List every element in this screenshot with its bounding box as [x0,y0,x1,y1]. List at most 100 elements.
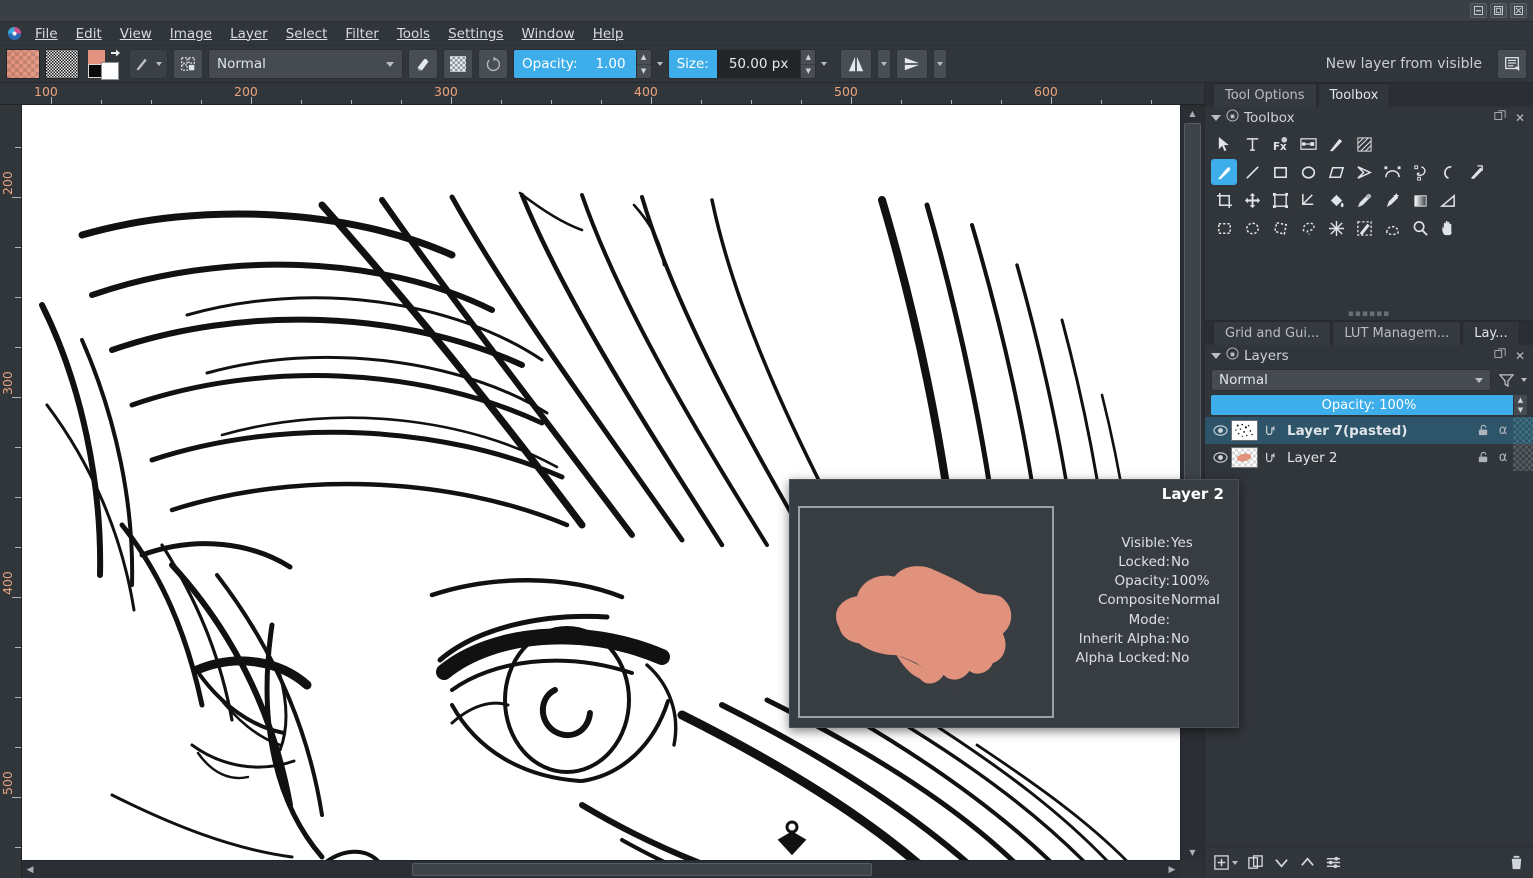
tab-layers[interactable]: Lay... [1462,321,1519,345]
eraser-mode-button[interactable] [408,49,438,79]
line-tool[interactable] [1239,159,1265,185]
menu-tools[interactable]: Tools [388,23,439,45]
mirror-horizontal-options-button[interactable] [877,49,891,79]
layers-blend-mode-select[interactable]: Normal [1211,369,1491,391]
move-layer-up-button[interactable] [1299,854,1316,871]
colorize-mask-tool[interactable] [1379,187,1405,213]
toolbox-lock-icon[interactable] [1226,109,1239,126]
opacity-slider[interactable]: Opacity: 1.00 ▲▼ [513,49,652,79]
layer-lock-icon[interactable] [1473,444,1493,471]
layer-row-layer-7-pasted[interactable]: Layer 7(pasted) α [1205,417,1533,444]
gradient-tool[interactable] [1407,187,1433,213]
size-spinner[interactable]: ▲▼ [800,50,815,78]
layer-thumbnail[interactable] [1231,447,1258,468]
move-tool[interactable] [1239,187,1265,213]
menu-help[interactable]: Help [584,23,633,45]
close-layers-icon[interactable]: ✕ [1513,349,1527,363]
polygon-tool[interactable] [1323,159,1349,185]
bezier-curve-tool[interactable] [1379,159,1405,185]
menu-select[interactable]: Select [277,23,337,45]
polyline-tool[interactable] [1351,159,1377,185]
canvas-horizontal-scrollbar[interactable]: ◀ ▶ [22,860,1180,878]
collapse-toolbox-icon[interactable] [1211,115,1221,121]
horizontal-ruler[interactable]: 100 200 300 400 500 600 [0,83,1204,105]
opacity-spinner[interactable]: ▲▼ [636,50,651,78]
layer-row-layer-2[interactable]: Layer 2 α [1205,444,1533,471]
layer-opacity-spinner[interactable]: ▲▼ [1513,395,1527,415]
rectangle-tool[interactable] [1267,159,1293,185]
fill-tool[interactable] [1323,187,1349,213]
horizontal-scroll-thumb[interactable] [412,863,872,876]
new-layer-from-visible-button[interactable] [1497,49,1527,79]
pattern-swatch[interactable] [45,49,79,79]
dynamic-brush-tool[interactable] [1435,159,1461,185]
rectangular-select-tool[interactable] [1211,215,1237,241]
menu-image[interactable]: Image [161,23,221,45]
menu-filter[interactable]: Filter [336,23,387,45]
add-layer-menu-caret-icon[interactable] [1232,861,1238,865]
pattern-tool[interactable] [1351,131,1377,157]
layer-filter-icon[interactable] [1495,369,1517,391]
layer-properties-button[interactable] [1325,854,1342,871]
freehand-path-tool[interactable] [1407,159,1433,185]
preserve-alpha-button[interactable] [443,49,473,79]
crop-tool[interactable] [1211,187,1237,213]
layer-visibility-toggle[interactable] [1209,451,1231,464]
swap-colors-icon[interactable] [108,48,122,62]
scroll-right-arrow-icon[interactable]: ▶ [1164,861,1180,878]
menu-window[interactable]: Window [512,23,583,45]
scroll-left-arrow-icon[interactable]: ◀ [22,861,38,878]
brush-preset-button[interactable] [129,49,168,79]
menu-file[interactable]: File [26,23,67,45]
collapse-layers-icon[interactable] [1211,353,1221,359]
float-toolbox-icon[interactable] [1492,110,1508,125]
close-button[interactable] [1510,3,1527,18]
mirror-vertical-options-button[interactable] [933,49,947,79]
opacity-options-caret-icon[interactable] [657,62,663,66]
menu-edit[interactable]: Edit [67,23,111,45]
menu-layer[interactable]: Layer [221,23,277,45]
tab-tool-options[interactable]: Tool Options [1213,83,1317,107]
vertical-ruler[interactable]: 200 300 400 500 [0,105,22,878]
mirror-vertical-button[interactable] [896,49,928,79]
layer-thumbnail[interactable] [1231,420,1258,441]
add-layer-button[interactable] [1213,854,1238,871]
gradient-swatch[interactable] [6,49,40,79]
float-layers-icon[interactable] [1492,348,1508,363]
bezier-select-tool[interactable] [1379,215,1405,241]
measure-tool[interactable] [1295,187,1321,213]
tab-grid-and-guides[interactable]: Grid and Gui... [1213,321,1331,345]
edit-shapes-tool[interactable]: Fx [1267,131,1293,157]
dock-resize-grip[interactable]: ▪▪▪▪▪▪ [1205,308,1533,320]
duplicate-layer-button[interactable] [1247,854,1264,871]
size-slider[interactable]: Size: 50.00 px ▲▼ [668,49,817,79]
layer-alpha-lock-icon[interactable] [1513,444,1533,471]
layer-opacity-slider[interactable]: Opacity: 100% ▲▼ [1211,395,1527,415]
pan-tool[interactable] [1435,215,1461,241]
minimize-button[interactable] [1470,3,1487,18]
assistant-tool[interactable] [1435,187,1461,213]
layers-lock-icon[interactable] [1226,347,1239,364]
zoom-tool[interactable] [1407,215,1433,241]
multibrush-tool[interactable] [1463,159,1489,185]
calligraphy-tool[interactable] [1323,131,1349,157]
text-tool[interactable] [1239,131,1265,157]
layer-lock-icon[interactable] [1473,417,1493,444]
black-color-swatch[interactable] [88,64,102,78]
elliptical-select-tool[interactable] [1239,215,1265,241]
scroll-up-arrow-icon[interactable]: ▲ [1181,105,1204,121]
background-color-swatch[interactable] [101,62,119,80]
freehand-select-tool[interactable] [1295,215,1321,241]
ellipse-tool[interactable] [1295,159,1321,185]
contiguous-select-tool[interactable] [1323,215,1349,241]
menu-view[interactable]: View [111,23,161,45]
tab-lut-management[interactable]: LUT Managem... [1332,321,1461,345]
move-layer-down-button[interactable] [1273,854,1290,871]
foreground-background-color[interactable] [86,48,122,80]
menu-settings[interactable]: Settings [439,23,512,45]
similar-color-select-tool[interactable] [1351,215,1377,241]
freehand-brush-tool[interactable] [1211,159,1237,185]
maximize-button[interactable] [1490,3,1507,18]
polygonal-select-tool[interactable] [1267,215,1293,241]
layer-alpha-lock-icon[interactable] [1513,417,1533,444]
